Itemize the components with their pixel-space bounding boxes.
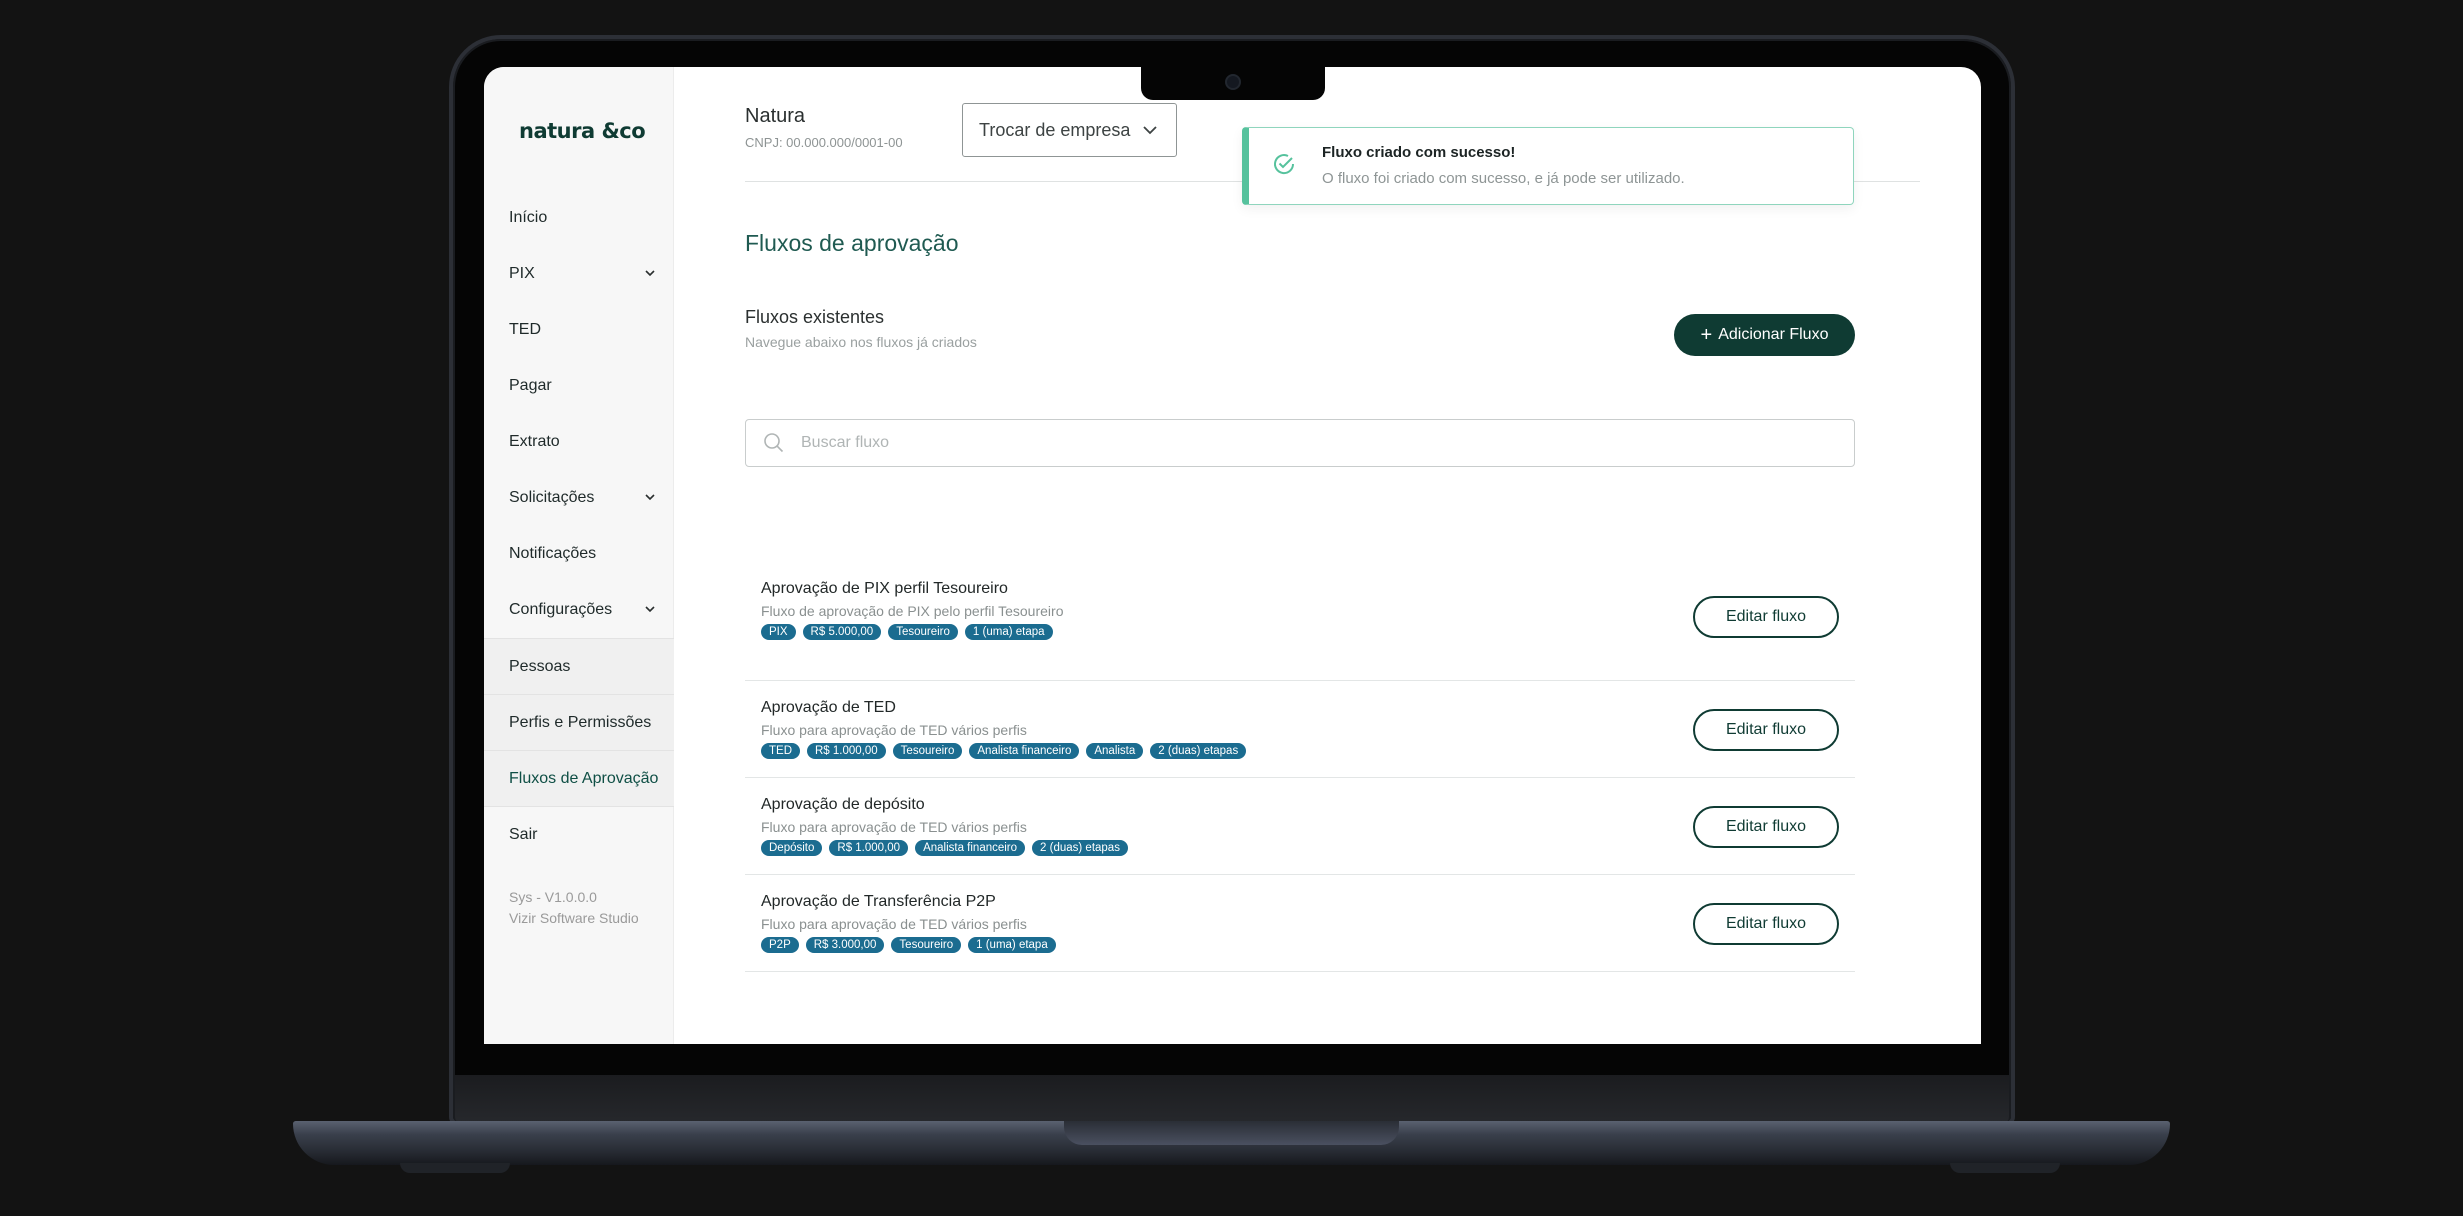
- search-placeholder: Buscar fluxo: [801, 434, 890, 451]
- toast-title: Fluxo criado com sucesso!: [1322, 144, 1516, 161]
- laptop-foot-left: [400, 1163, 510, 1173]
- sidebar-item-solicitacoes[interactable]: Solicitações: [484, 470, 674, 526]
- flow-description: Fluxo para aprovação de TED vários perfi…: [761, 916, 1027, 932]
- chevron-down-icon: [645, 606, 655, 613]
- add-flow-label: Adicionar Fluxo: [1718, 326, 1829, 343]
- flow-tags: PIX R$ 5.000,00 Tesoureiro 1 (uma) etapa: [761, 624, 1053, 640]
- section-title: Fluxos existentes: [745, 307, 885, 327]
- flow-tag: Tesoureiro: [892, 743, 963, 759]
- app-version: Sys - V1.0.0.0 Vizir Software Studio: [509, 887, 639, 929]
- sidebar-item-extrato[interactable]: Extrato: [484, 414, 674, 470]
- company-cnpj: CNPJ: 00.000.000/0001-00: [745, 135, 903, 150]
- version-vendor: Vizir Software Studio: [509, 910, 639, 926]
- sidebar-item-label: Solicitações: [509, 489, 595, 506]
- sidebar-item-label: TED: [509, 321, 541, 338]
- section-subtitle: Navegue abaixo nos fluxos já criados: [745, 334, 977, 350]
- flow-tag: 2 (duas) etapas: [1150, 743, 1247, 759]
- switch-company-label: Trocar de empresa: [979, 119, 1131, 140]
- edit-flow-button[interactable]: Editar fluxo: [1693, 596, 1839, 638]
- chevron-down-icon: [645, 270, 655, 277]
- sidebar-item-label: Notificações: [509, 545, 597, 562]
- chevron-down-icon: [645, 494, 655, 501]
- flow-row: Aprovação de Transferência P2P Fluxo par…: [745, 875, 1855, 972]
- sidebar-item-label: Configurações: [509, 601, 613, 618]
- flow-tag: R$ 3.000,00: [805, 937, 885, 953]
- flow-tag: Analista: [1086, 743, 1144, 759]
- company-name: Natura: [745, 105, 806, 127]
- plus-icon: +: [1700, 324, 1713, 346]
- edit-flow-button[interactable]: Editar fluxo: [1693, 709, 1839, 751]
- flow-tag: 2 (duas) etapas: [1032, 840, 1128, 856]
- sidebar-item-label: Início: [509, 209, 548, 226]
- flow-tag: Depósito: [761, 840, 823, 856]
- laptop-chin: [455, 1075, 2009, 1123]
- sidebar-item-perfis-permissoes[interactable]: Perfis e Permissões: [484, 694, 674, 750]
- flow-tags: TED R$ 1.000,00 Tesoureiro Analista fina…: [761, 743, 1247, 759]
- flow-tag: Analista financeiro: [969, 743, 1080, 759]
- flow-tag: Tesoureiro: [891, 937, 962, 953]
- flow-tag: 1 (uma) etapa: [968, 937, 1056, 953]
- sidebar-item-ted[interactable]: TED: [484, 302, 674, 358]
- sidebar-item-label: Fluxos de Aprovação: [509, 769, 659, 787]
- sidebar-item-label: Pessoas: [509, 657, 571, 675]
- flow-tag: R$ 5.000,00: [802, 624, 882, 640]
- version-number: Sys - V1.0.0.0: [509, 889, 597, 905]
- sidebar-item-label: PIX: [509, 265, 535, 282]
- search-icon: [764, 433, 784, 453]
- flow-tag: P2P: [761, 937, 799, 953]
- flow-description: Fluxo para aprovação de TED vários perfi…: [761, 722, 1027, 738]
- sidebar-item-label: Sair: [509, 825, 538, 843]
- flow-tag: Tesoureiro: [888, 624, 958, 640]
- laptop-opening-notch: [1064, 1121, 1399, 1145]
- success-toast: Fluxo criado com sucesso! O fluxo foi cr…: [1242, 127, 1854, 205]
- flow-row: Aprovação de depósito Fluxo para aprovaç…: [745, 778, 1855, 875]
- sidebar-item-notificacoes[interactable]: Notificações: [484, 526, 674, 582]
- flow-title: Aprovação de PIX perfil Tesoureiro: [761, 580, 1008, 597]
- flow-description: Fluxo para aprovação de TED vários perfi…: [761, 819, 1027, 835]
- sidebar-item-sair[interactable]: Sair: [484, 806, 674, 862]
- check-circle-icon: [1274, 154, 1295, 175]
- sidebar-item-label: Extrato: [509, 433, 560, 450]
- flow-tag: R$ 1.000,00: [829, 840, 909, 856]
- edit-flow-button[interactable]: Editar fluxo: [1693, 806, 1839, 848]
- camera-icon: [1225, 74, 1241, 90]
- flow-title: Aprovação de depósito: [761, 796, 925, 813]
- flow-row: Aprovação de PIX perfil Tesoureiro Fluxo…: [745, 580, 1855, 681]
- search-input[interactable]: Buscar fluxo: [745, 419, 1855, 467]
- sidebar-item-pessoas[interactable]: Pessoas: [484, 638, 674, 694]
- app-screen: natura &co Início PIX TED Pagar Extrato …: [484, 67, 1981, 1044]
- sidebar: natura &co Início PIX TED Pagar Extrato …: [484, 67, 674, 1044]
- sidebar-item-label: Pagar: [509, 377, 552, 394]
- flow-tag: R$ 1.000,00: [807, 743, 886, 759]
- flow-title: Aprovação de TED: [761, 699, 896, 716]
- sidebar-item-inicio[interactable]: Início: [484, 190, 674, 246]
- brand-logo: natura &co: [519, 119, 646, 143]
- flow-list: Aprovação de PIX perfil Tesoureiro Fluxo…: [745, 580, 1855, 972]
- chevron-down-icon: [1143, 126, 1157, 135]
- camera-notch: [1141, 64, 1325, 100]
- switch-company-select[interactable]: Trocar de empresa: [962, 103, 1177, 157]
- page-title: Fluxos de aprovação: [745, 230, 959, 256]
- sidebar-item-configuracoes[interactable]: Configurações: [484, 582, 674, 638]
- flow-tags: P2P R$ 3.000,00 Tesoureiro 1 (uma) etapa: [761, 937, 1056, 953]
- sidebar-item-pagar[interactable]: Pagar: [484, 358, 674, 414]
- flow-title: Aprovação de Transferência P2P: [761, 893, 996, 910]
- edit-flow-button[interactable]: Editar fluxo: [1693, 903, 1839, 945]
- sidebar-item-label: Perfis e Permissões: [509, 713, 652, 731]
- toast-message: O fluxo foi criado com sucesso, e já pod…: [1322, 170, 1685, 187]
- sidebar-item-fluxos-aprovacao[interactable]: Fluxos de Aprovação: [484, 750, 674, 806]
- flow-row: Aprovação de TED Fluxo para aprovação de…: [745, 681, 1855, 778]
- flow-tags: Depósito R$ 1.000,00 Analista financeiro…: [761, 840, 1128, 856]
- flow-tag: PIX: [761, 624, 796, 640]
- laptop-foot-right: [1950, 1163, 2060, 1173]
- add-flow-button[interactable]: + Adicionar Fluxo: [1674, 314, 1855, 356]
- flow-description: Fluxo de aprovação de PIX pelo perfil Te…: [761, 603, 1064, 619]
- flow-tag: 1 (uma) etapa: [964, 624, 1053, 640]
- sidebar-item-pix[interactable]: PIX: [484, 246, 674, 302]
- flow-tag: Analista financeiro: [915, 840, 1026, 856]
- flow-tag: TED: [761, 743, 800, 759]
